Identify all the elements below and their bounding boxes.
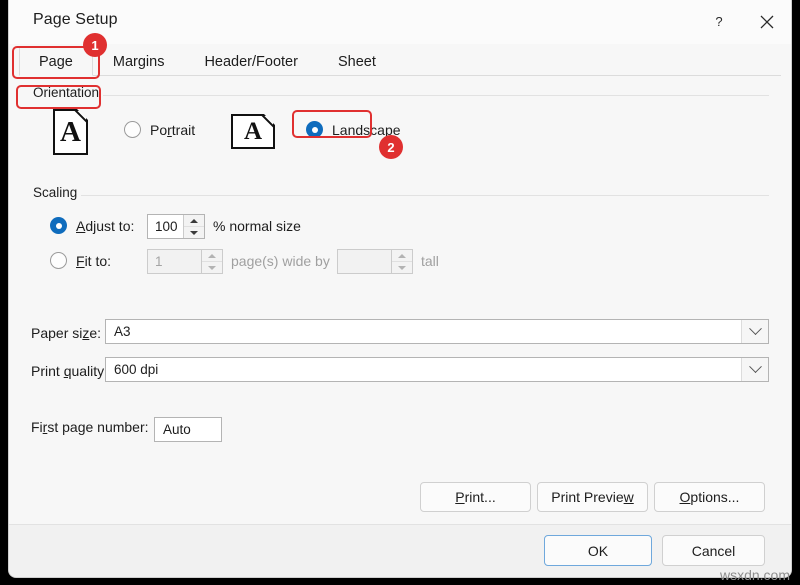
print-button-label: Print... [455, 489, 495, 505]
adjust-percent-spin-down[interactable] [184, 227, 204, 238]
dialog-footer: OK Cancel [9, 524, 791, 577]
landscape-page-icon: A [231, 114, 275, 149]
fit-to-radio[interactable]: Fit to: [50, 252, 111, 269]
cancel-button[interactable]: Cancel [662, 535, 765, 566]
first-page-number-row: First page number: Auto [9, 413, 791, 445]
print-quality-row: Print quality: 600 dpi [9, 357, 791, 389]
fit-pages-tall-stepper[interactable] [337, 249, 413, 274]
svg-text:?: ? [715, 15, 722, 29]
watermark: wsxdn.com [720, 567, 790, 583]
scaling-group-label: Scaling [31, 185, 81, 200]
print-quality-combobox[interactable]: 600 dpi [105, 357, 769, 382]
adjust-percent-spin-buttons[interactable] [183, 215, 204, 238]
orientation-group-rule [31, 95, 769, 96]
title-bar: Page Setup ? [9, 0, 791, 44]
annotation-badge-2: 2 [379, 135, 403, 159]
fit-to-radio-indicator[interactable] [50, 252, 67, 269]
adjust-percent-value[interactable]: 100 [148, 215, 183, 238]
tab-margins[interactable]: Margins [93, 47, 185, 76]
portrait-radio[interactable]: Portrait [124, 121, 195, 138]
adjust-percent-stepper[interactable]: 100 [147, 214, 205, 239]
adjust-percent-suffix: % normal size [213, 218, 301, 234]
adjust-to-radio-indicator[interactable] [50, 217, 67, 234]
window-controls: ? [695, 0, 791, 44]
fit-pages-wide-spin-buttons[interactable] [201, 250, 222, 273]
options-button-label: Options... [680, 489, 740, 505]
adjust-percent-spin-up[interactable] [184, 215, 204, 227]
options-button[interactable]: Options... [654, 482, 765, 512]
landscape-radio-indicator[interactable] [306, 121, 323, 138]
annotation-badge-1: 1 [83, 33, 107, 57]
fit-to-row: Fit to: 1 page(s) wide by tall [9, 249, 791, 279]
orientation-group-label: Orientation [31, 85, 103, 100]
fit-pages-tall-suffix: tall [421, 253, 439, 269]
fit-pages-wide-stepper[interactable]: 1 [147, 249, 223, 274]
first-page-number-label: First page number: [31, 419, 149, 435]
print-preview-button-label: Print Preview [551, 489, 633, 505]
adjust-to-label: Adjust to: [76, 218, 134, 234]
page-title: Page Setup [33, 11, 118, 29]
fit-to-label: Fit to: [76, 253, 111, 269]
orientation-group-header: Orientation [9, 88, 791, 104]
help-icon[interactable]: ? [695, 0, 743, 44]
fit-pages-tall-value[interactable] [338, 250, 391, 273]
tab-sheet[interactable]: Sheet [318, 47, 396, 76]
ok-button[interactable]: OK [544, 535, 652, 566]
tab-page[interactable]: Page [19, 47, 93, 76]
print-quality-chevron-down-icon[interactable] [741, 358, 768, 381]
fit-pages-wide-suffix: page(s) wide by [231, 253, 330, 269]
print-quality-value[interactable]: 600 dpi [106, 362, 741, 377]
fit-pages-wide-spin-up[interactable] [202, 250, 222, 262]
close-icon[interactable] [743, 0, 791, 44]
first-page-number-input[interactable]: Auto [154, 417, 222, 442]
adjust-to-row: Adjust to: 100 % normal size [9, 214, 791, 244]
fit-pages-tall-spin-buttons[interactable] [391, 250, 412, 273]
fit-pages-tall-spin-up[interactable] [392, 250, 412, 262]
tab-strip: Page Margins Header/Footer Sheet [9, 46, 791, 76]
orientation-row: A Portrait A Landscape [9, 104, 791, 166]
portrait-radio-indicator[interactable] [124, 121, 141, 138]
portrait-page-icon: A [53, 109, 88, 155]
paper-size-combobox[interactable]: A3 [105, 319, 769, 344]
paper-size-chevron-down-icon[interactable] [741, 320, 768, 343]
print-quality-label: Print quality: [31, 363, 108, 379]
tab-header-footer[interactable]: Header/Footer [184, 47, 318, 76]
fit-pages-wide-value[interactable]: 1 [148, 250, 201, 273]
print-preview-button[interactable]: Print Preview [537, 482, 648, 512]
scaling-group-header: Scaling [9, 188, 791, 204]
fit-pages-wide-spin-down[interactable] [202, 262, 222, 273]
fit-pages-tall-spin-down[interactable] [392, 262, 412, 273]
paper-size-row: Paper size: A3 [9, 319, 791, 351]
print-button[interactable]: Print... [420, 482, 531, 512]
paper-size-label: Paper size: [31, 325, 101, 341]
scaling-group-rule [31, 195, 769, 196]
portrait-radio-label: Portrait [150, 122, 195, 138]
page-setup-dialog: Page Setup ? Page Margins Header/Footer … [8, 0, 792, 578]
adjust-to-radio[interactable]: Adjust to: [50, 217, 134, 234]
paper-size-value[interactable]: A3 [106, 324, 741, 339]
